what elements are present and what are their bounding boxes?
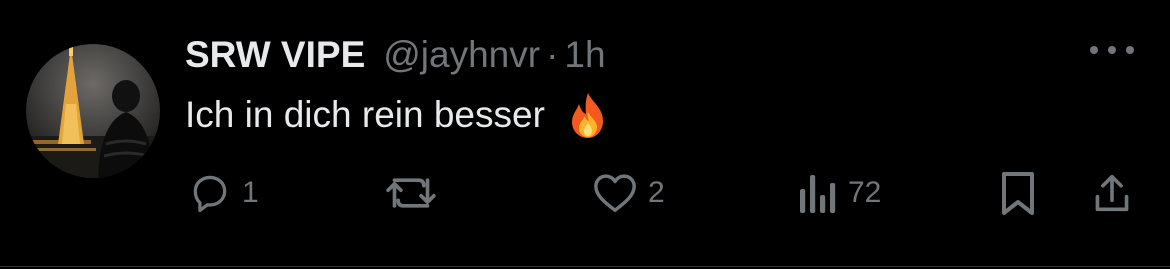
divider <box>0 266 1170 267</box>
analytics-icon <box>800 175 836 213</box>
timestamp[interactable]: 1h <box>564 34 605 76</box>
avatar[interactable] <box>26 44 160 178</box>
share-button[interactable] <box>1092 168 1132 218</box>
reply-icon <box>193 175 227 213</box>
more-dot <box>1126 46 1134 54</box>
display-name[interactable]: SRW VIPE <box>185 34 365 76</box>
like-count: 2 <box>648 176 665 209</box>
tweet[interactable]: SRW VIPE @jayhnvr · 1h Ich in dich rein … <box>0 0 1170 269</box>
more-dot <box>1108 46 1116 54</box>
more-dot <box>1090 46 1098 54</box>
share-icon <box>1095 174 1129 212</box>
views-button[interactable]: 72 <box>798 168 881 218</box>
more-options-icon[interactable] <box>1090 40 1134 60</box>
fire-icon <box>563 90 613 140</box>
reply-count: 1 <box>242 176 259 209</box>
bookmark-icon <box>1002 172 1034 215</box>
reply-button[interactable]: 1 <box>188 168 259 218</box>
tweet-text: Ich in dich rein besser <box>185 90 613 140</box>
avatar-image <box>26 44 160 178</box>
repost-icon <box>386 178 436 208</box>
views-count: 72 <box>848 176 882 209</box>
repost-button[interactable] <box>385 168 447 218</box>
separator-dot: · <box>546 34 559 75</box>
heart-icon <box>594 174 636 212</box>
tweet-text-content: Ich in dich rein besser <box>185 94 545 135</box>
bookmark-button[interactable] <box>998 168 1038 218</box>
user-handle[interactable]: @jayhnvr <box>383 34 540 76</box>
like-button[interactable]: 2 <box>592 168 665 218</box>
tweet-header: SRW VIPE @jayhnvr · 1h <box>185 30 606 80</box>
